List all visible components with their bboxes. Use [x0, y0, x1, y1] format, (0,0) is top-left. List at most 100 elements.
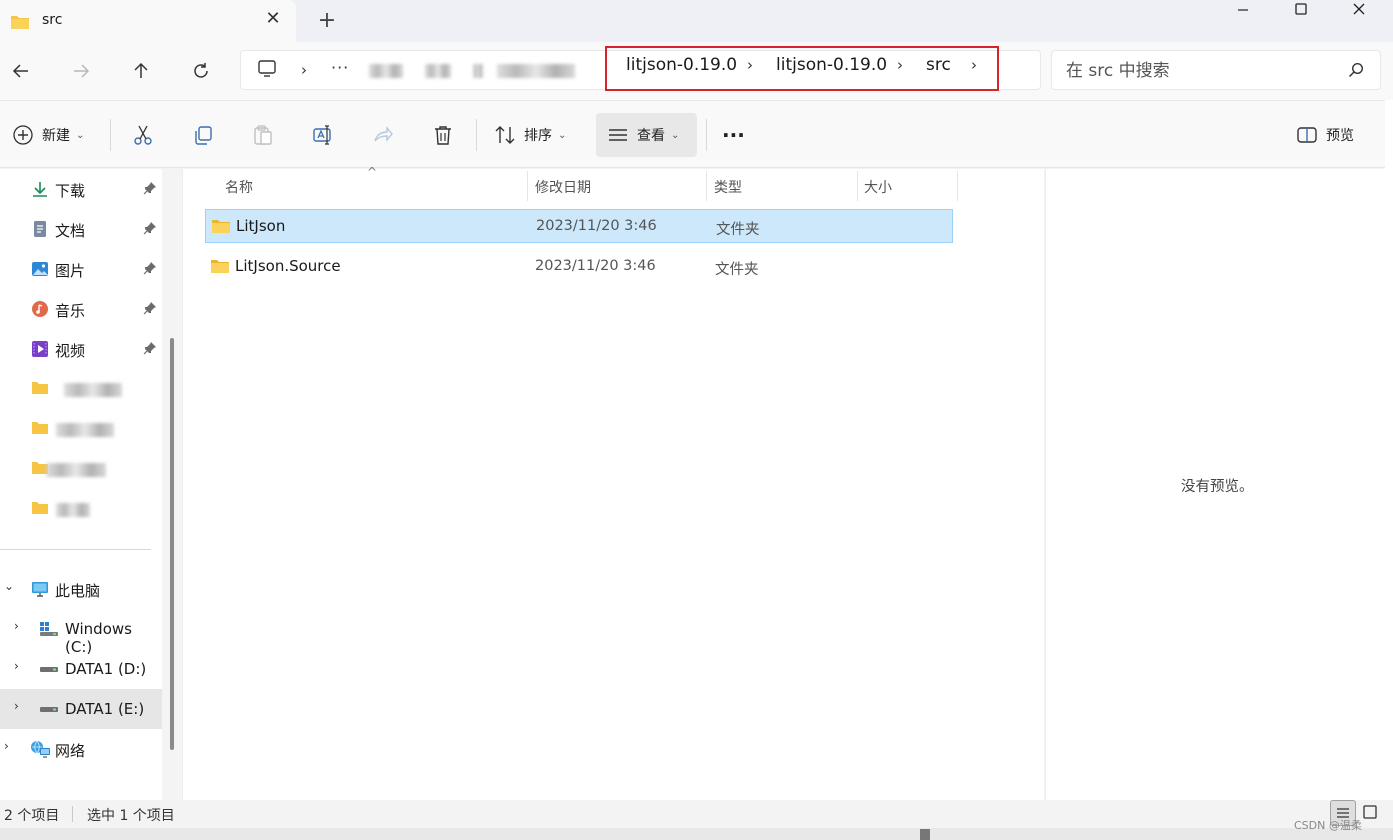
column-header-type[interactable]: 类型: [714, 169, 742, 203]
close-window-button[interactable]: [1330, 0, 1388, 20]
chevron-right-icon[interactable]: ›: [971, 56, 977, 74]
tab-close-button[interactable]: ✕: [262, 8, 284, 32]
tab-title: src: [42, 12, 63, 28]
search-box[interactable]: [1051, 50, 1381, 90]
forward-button[interactable]: [66, 56, 96, 86]
sidebar-item-drive-c[interactable]: › Windows (C:): [0, 611, 162, 656]
column-divider[interactable]: [706, 171, 707, 201]
search-icon[interactable]: [1348, 62, 1364, 82]
sidebar-item-downloads[interactable]: 下载: [0, 171, 162, 207]
sidebar-item-this-pc[interactable]: ⌄ 此电脑: [0, 571, 162, 607]
sidebar-item-drive-e[interactable]: › DATA1 (E:): [0, 689, 162, 729]
column-divider[interactable]: [857, 171, 858, 201]
column-divider[interactable]: [957, 171, 958, 201]
chevron-right-icon[interactable]: ›: [301, 61, 307, 79]
more-options-button[interactable]: ···: [722, 101, 745, 169]
pin-icon[interactable]: [143, 301, 157, 319]
folder-icon: [31, 380, 49, 400]
refresh-button[interactable]: [186, 56, 216, 86]
pin-icon[interactable]: [143, 341, 157, 359]
sidebar-item-documents[interactable]: 文档: [0, 211, 162, 247]
highlighted-breadcrumb: litjson-0.19.0 › litjson-0.19.0 › src ›: [605, 46, 999, 91]
file-name: LitJson: [236, 217, 286, 235]
breadcrumb-item[interactable]: src: [926, 55, 951, 75]
pictures-icon: [31, 260, 49, 282]
minimize-button[interactable]: [1214, 0, 1272, 20]
chevron-down-icon: ⌄: [671, 129, 680, 141]
cut-button[interactable]: [132, 101, 154, 169]
share-button[interactable]: [372, 101, 394, 169]
this-pc-icon[interactable]: [257, 60, 277, 82]
sidebar-scrollbar[interactable]: [170, 338, 174, 750]
address-bar[interactable]: › ··· litjson-0.19.0 › litjson-0.19.0 › …: [240, 46, 1041, 91]
redacted-label: [56, 503, 90, 517]
scroll-thumb: [920, 829, 930, 840]
sidebar-item-drive-d[interactable]: › DATA1 (D:): [0, 651, 162, 687]
breadcrumb-item[interactable]: litjson-0.19.0: [776, 55, 887, 75]
file-modified: 2023/11/20 3:46: [535, 258, 656, 274]
new-label: 新建: [42, 128, 70, 144]
file-row[interactable]: LitJson 2023/11/20 3:46 文件夹: [205, 209, 953, 243]
selected-count: 选中 1 个项目: [87, 808, 175, 824]
sidebar-item-music[interactable]: 音乐: [0, 291, 162, 327]
back-button[interactable]: [6, 56, 36, 86]
redacted-label: [46, 463, 106, 477]
up-button[interactable]: [126, 56, 156, 86]
sidebar-item-folder[interactable]: [0, 411, 162, 447]
preview-pane-button[interactable]: 预览: [1296, 101, 1354, 169]
sort-ascending-icon: ^: [367, 165, 378, 179]
sort-button[interactable]: 排序 ⌄: [494, 101, 566, 169]
rename-button[interactable]: [312, 101, 334, 169]
expand-chevron-icon[interactable]: ›: [4, 739, 9, 753]
maximize-button[interactable]: [1272, 0, 1330, 20]
divider: [110, 119, 111, 151]
pin-icon[interactable]: [143, 261, 157, 279]
column-header-size[interactable]: 大小: [864, 169, 892, 203]
file-name: LitJson.Source: [235, 257, 341, 275]
expand-chevron-icon[interactable]: ›: [14, 659, 19, 673]
sidebar-item-folder[interactable]: [0, 371, 162, 407]
preview-label: 预览: [1326, 128, 1354, 144]
sidebar-item-network[interactable]: › 网络: [0, 731, 162, 767]
pin-icon[interactable]: [143, 221, 157, 239]
copy-button[interactable]: [192, 101, 214, 169]
sidebar-item-videos[interactable]: 视频: [0, 331, 162, 367]
divider: [706, 119, 707, 151]
tiles-view-button[interactable]: [1358, 800, 1384, 826]
sidebar-item-folder[interactable]: [0, 491, 162, 527]
divider: [476, 119, 477, 151]
music-icon: [31, 300, 49, 322]
chevron-right-icon[interactable]: ›: [897, 56, 903, 74]
status-bar: 2 个项目 选中 1 个项目: [0, 800, 1393, 828]
expand-chevron-icon[interactable]: ›: [14, 619, 19, 633]
column-header-modified[interactable]: 修改日期: [535, 169, 591, 203]
sidebar-item-folder[interactable]: [0, 451, 162, 487]
chevron-down-icon: ⌄: [76, 129, 85, 141]
view-button[interactable]: 查看 ⌄: [607, 101, 679, 169]
file-row[interactable]: LitJson.Source 2023/11/20 3:46 文件夹: [205, 250, 953, 284]
drive-icon: [38, 660, 60, 682]
new-tab-button[interactable]: +: [314, 8, 340, 34]
delete-button[interactable]: [432, 101, 454, 169]
paste-button[interactable]: [252, 101, 274, 169]
sidebar-item-label: 图片: [55, 262, 86, 280]
search-input[interactable]: [1066, 59, 1336, 83]
chevron-right-icon[interactable]: ›: [747, 56, 753, 74]
tab-src[interactable]: src ✕: [0, 0, 296, 42]
column-divider[interactable]: [527, 171, 528, 201]
sidebar-item-label: 视频: [55, 342, 86, 360]
view-label: 查看: [637, 128, 665, 144]
breadcrumb-item[interactable]: litjson-0.19.0: [626, 55, 737, 75]
hidden-path-button[interactable]: ···: [331, 58, 349, 77]
new-button[interactable]: 新建 ⌄: [12, 101, 84, 169]
column-header-name[interactable]: 名称: [225, 169, 253, 203]
document-icon: [31, 220, 49, 242]
collapse-chevron-icon[interactable]: ⌄: [4, 579, 14, 593]
watermark: CSDN @温柔: [1294, 819, 1362, 832]
pin-icon[interactable]: [143, 181, 157, 199]
sidebar-item-pictures[interactable]: 图片: [0, 251, 162, 287]
sort-icon: [495, 126, 515, 144]
expand-chevron-icon[interactable]: ›: [14, 699, 19, 713]
folder-icon: [210, 258, 230, 278]
divider: [0, 549, 151, 550]
